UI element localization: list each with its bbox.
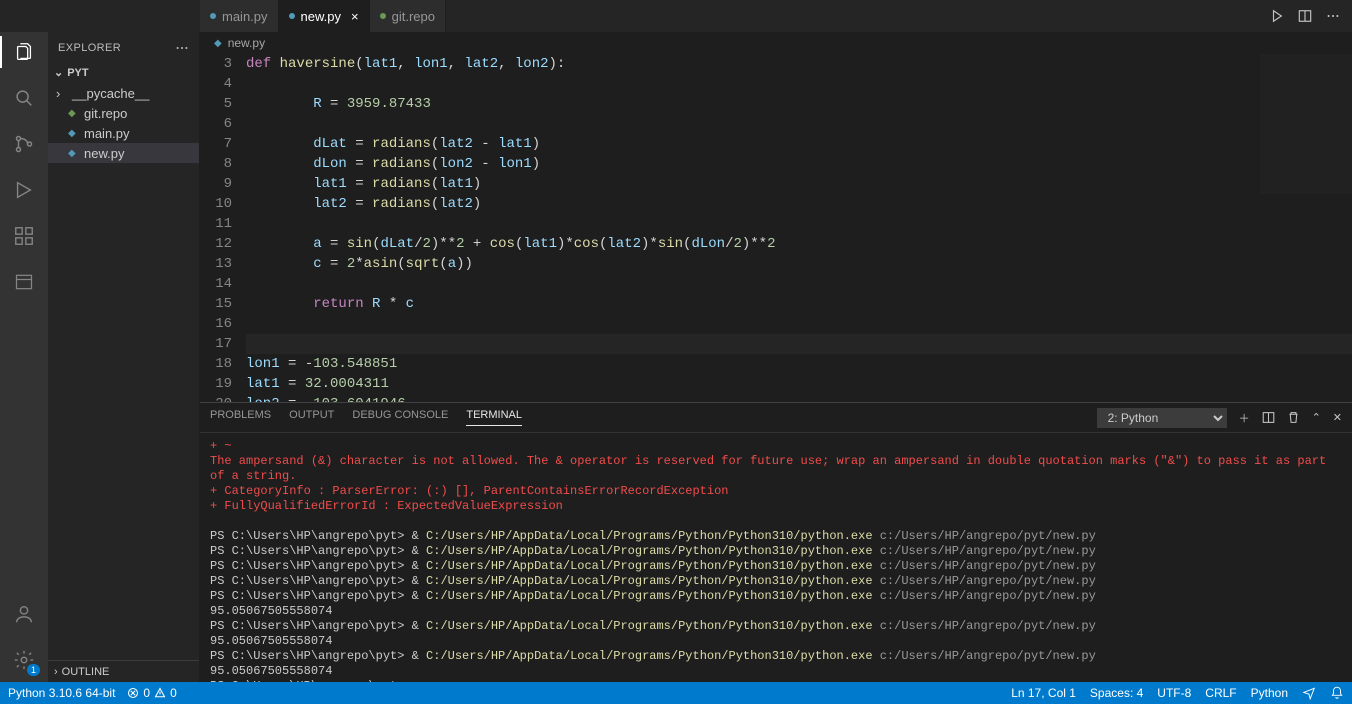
file-icon <box>380 13 386 19</box>
code-area[interactable]: 34567891011121314151617181920 def havers… <box>200 54 1352 402</box>
more-icon[interactable] <box>1326 9 1340 23</box>
settings-badge: 1 <box>27 664 40 676</box>
split-editor-icon[interactable] <box>1298 9 1312 23</box>
panel-tab-terminal[interactable]: TERMINAL <box>466 409 522 426</box>
tab-label: main.py <box>222 9 268 24</box>
file-icon: ◆ <box>214 38 222 49</box>
sidebar-header: EXPLORER <box>48 32 199 64</box>
status-interpreter[interactable]: Python 3.10.6 64-bit <box>8 686 115 700</box>
explorer-icon[interactable] <box>10 38 38 66</box>
status-problems[interactable]: 0 0 <box>127 686 176 700</box>
panel-up-icon[interactable]: ⌃ <box>1312 411 1321 424</box>
new-terminal-icon[interactable]: ＋ <box>1239 410 1250 426</box>
panel-tab-output[interactable]: OUTPUT <box>289 409 334 426</box>
tree-item-__pycache__[interactable]: › __pycache__ <box>48 83 199 103</box>
source-control-icon[interactable] <box>10 130 38 158</box>
run-icon[interactable] <box>1270 9 1284 23</box>
tab-git-repo[interactable]: git.repo <box>370 0 446 32</box>
file-icon <box>210 13 216 19</box>
tab-new-py[interactable]: new.py × <box>279 0 370 32</box>
breadcrumb-file: new.py <box>228 36 265 50</box>
chevron-down-icon: ⌄ <box>54 66 63 79</box>
accounts-icon[interactable] <box>10 600 38 628</box>
extensions-icon[interactable] <box>10 222 38 250</box>
bell-icon[interactable] <box>1330 686 1344 700</box>
status-bar: Python 3.10.6 64-bit 0 0 Ln 17, Col 1 Sp… <box>0 682 1352 704</box>
tab-label: git.repo <box>392 9 435 24</box>
file-tree: › __pycache__ ◆ git.repo ◆ main.py ◆ new.py <box>48 81 199 165</box>
tree-item-label: new.py <box>84 146 124 161</box>
terminal-output[interactable]: + ~The ampersand (&) character is not al… <box>200 433 1352 682</box>
run-debug-icon[interactable] <box>10 176 38 204</box>
file-icon: ◆ <box>68 128 78 139</box>
panel-close-icon[interactable]: ✕ <box>1333 411 1342 424</box>
panel-tabs: PROBLEMS OUTPUT DEBUG CONSOLE TERMINAL 2: P… <box>200 403 1352 433</box>
terminal-selector[interactable]: 2: Python <box>1097 408 1227 428</box>
panel: PROBLEMS OUTPUT DEBUG CONSOLE TERMINAL 2: P… <box>200 402 1352 682</box>
tree-item-git-repo[interactable]: ◆ git.repo <box>48 103 199 123</box>
tab-bar: main.py new.py × git.repo <box>0 0 1352 32</box>
tree-item-label: git.repo <box>84 106 127 121</box>
code-lines[interactable]: def haversine(lat1, lon1, lat2, lon2): R… <box>246 54 1352 402</box>
tree-item-main-py[interactable]: ◆ main.py <box>48 123 199 143</box>
tree-item-label: main.py <box>84 126 130 141</box>
status-ln-col[interactable]: Ln 17, Col 1 <box>1011 686 1076 700</box>
outline-section[interactable]: › OUTLINE <box>48 660 199 682</box>
feedback-icon[interactable] <box>1302 686 1316 700</box>
layout-icon[interactable] <box>10 268 38 296</box>
minimap[interactable] <box>1260 54 1352 194</box>
line-gutter: 34567891011121314151617181920 <box>200 54 246 402</box>
kill-terminal-icon[interactable] <box>1287 411 1300 424</box>
tree-item-new-py[interactable]: ◆ new.py <box>48 143 199 163</box>
close-icon[interactable]: × <box>351 9 359 24</box>
status-spaces[interactable]: Spaces: 4 <box>1090 686 1143 700</box>
chevron-right-icon: › <box>56 86 66 101</box>
activity-bar: 1 <box>0 32 48 682</box>
outline-label: OUTLINE <box>62 666 110 678</box>
tab-main-py[interactable]: main.py <box>200 0 279 32</box>
sidebar-title: EXPLORER <box>58 42 121 54</box>
file-icon: ◆ <box>68 148 78 159</box>
status-language[interactable]: Python <box>1251 686 1288 700</box>
project-name: PYT <box>67 67 88 79</box>
file-icon <box>289 13 295 19</box>
breadcrumb[interactable]: ◆ new.py <box>200 32 1352 54</box>
chevron-right-icon: › <box>54 666 58 678</box>
panel-tab-problems[interactable]: PROBLEMS <box>210 409 271 426</box>
split-terminal-icon[interactable] <box>1262 411 1275 424</box>
status-encoding[interactable]: UTF-8 <box>1157 686 1191 700</box>
tree-item-label: __pycache__ <box>72 86 149 101</box>
editor: ◆ new.py 34567891011121314151617181920 d… <box>200 32 1352 682</box>
settings-icon[interactable]: 1 <box>10 646 38 674</box>
search-icon[interactable] <box>10 84 38 112</box>
status-eol[interactable]: CRLF <box>1205 686 1236 700</box>
sidebar-more-icon[interactable] <box>175 41 189 55</box>
file-icon: ◆ <box>68 108 78 119</box>
tab-label: new.py <box>301 9 341 24</box>
sidebar: EXPLORER ⌄ PYT › __pycache__ ◆ git.repo ◆ mai… <box>48 32 200 682</box>
panel-tab-debug-console[interactable]: DEBUG CONSOLE <box>352 409 448 426</box>
project-section[interactable]: ⌄ PYT <box>48 64 199 81</box>
